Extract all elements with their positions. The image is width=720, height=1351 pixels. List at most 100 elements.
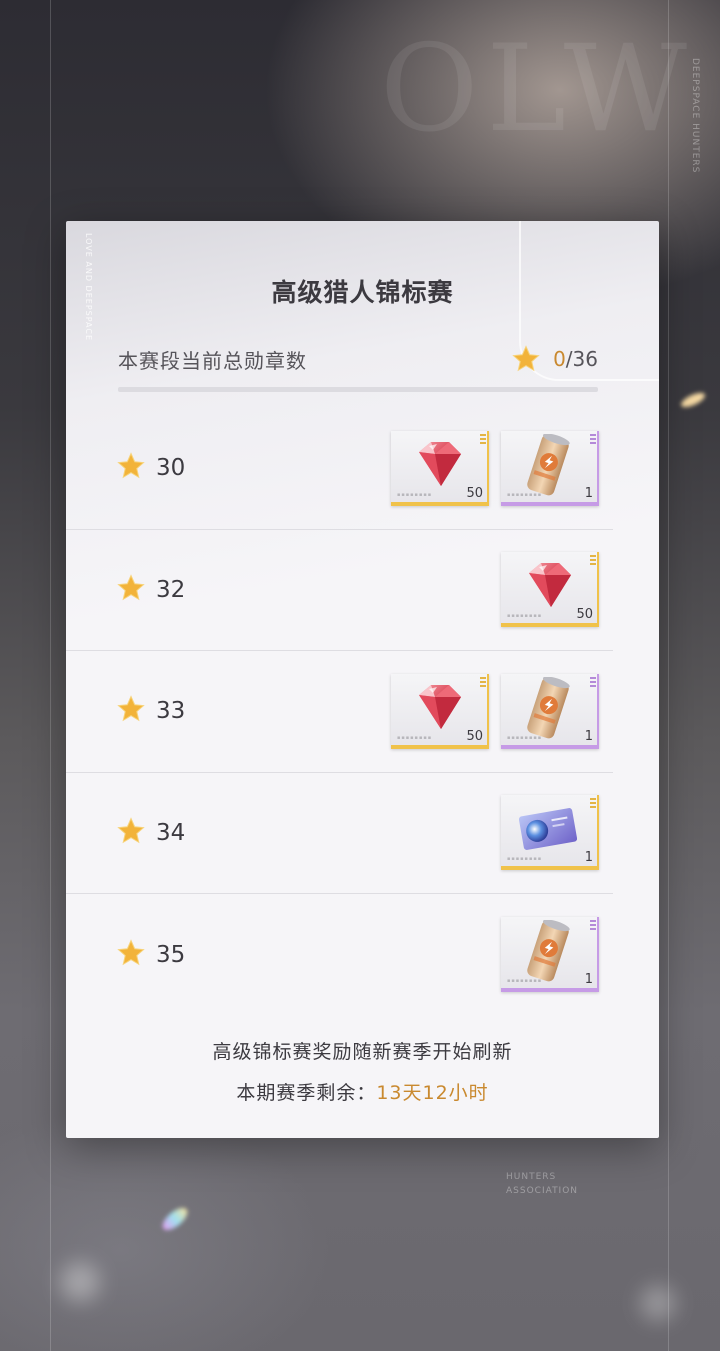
reward-quantity: 1 bbox=[584, 972, 593, 988]
medal-separator: / bbox=[565, 347, 573, 371]
reward-quantity: 1 bbox=[584, 850, 593, 866]
tier-rewards: ▪▪▪▪▪▪▪▪ 50 ▪▪▪▪▪▪▪▪ 1 bbox=[391, 430, 599, 506]
card-watermark: ▪▪▪▪▪▪▪▪ bbox=[507, 856, 543, 863]
rarity-pip bbox=[590, 920, 596, 931]
tier-medal-count: 35 bbox=[156, 941, 186, 968]
refresh-note: 高级锦标赛奖励随新赛季开始刷新 bbox=[212, 1041, 513, 1063]
star-icon bbox=[116, 816, 146, 850]
background-watermark: OLW bbox=[380, 20, 695, 159]
card-watermark: ▪▪▪▪▪▪▪▪ bbox=[507, 978, 543, 985]
reward-item[interactable]: ▪▪▪▪▪▪▪▪ 1 bbox=[501, 795, 599, 871]
card-watermark: ▪▪▪▪▪▪▪▪ bbox=[507, 613, 543, 620]
sparkle-decoration bbox=[679, 389, 707, 411]
medal-progress-bar bbox=[118, 387, 598, 392]
tier-rewards: ▪▪▪▪▪▪▪▪ 50 ▪▪▪▪▪▪▪▪ 1 bbox=[391, 673, 599, 749]
season-remaining-label: 本期赛季剩余： bbox=[236, 1082, 377, 1104]
medal-total: 36 bbox=[572, 347, 598, 371]
reward-tier-row: 32 ▪▪▪▪▪▪▪▪ 50 bbox=[66, 530, 613, 651]
tier-requirement: 30 bbox=[116, 451, 185, 485]
rarity-stripe bbox=[501, 866, 599, 871]
ruby-gem-icon bbox=[515, 555, 581, 617]
reward-quantity: 1 bbox=[584, 485, 593, 501]
medal-current: 0 bbox=[553, 347, 566, 371]
rarity-side bbox=[597, 552, 599, 624]
rarity-stripe bbox=[501, 623, 599, 628]
page-title: 高级猎人锦标赛 bbox=[271, 278, 454, 307]
card-watermark: ▪▪▪▪▪▪▪▪ bbox=[507, 491, 543, 498]
rarity-pip bbox=[480, 433, 486, 444]
rarity-stripe bbox=[501, 744, 599, 749]
reward-tier-row: 35 ▪▪▪▪▪▪▪▪ 1 bbox=[66, 894, 613, 1016]
medal-summary: 本赛段当前总勋章数 0/36 bbox=[118, 339, 598, 379]
rarity-side bbox=[597, 430, 599, 502]
background-bottom-text: ASSOCIATION bbox=[506, 1186, 579, 1196]
tier-requirement: 33 bbox=[116, 694, 185, 728]
reward-tier-row: 33 ▪▪▪▪▪▪▪▪ 50 ▪▪▪▪▪▪▪▪ 1 bbox=[66, 651, 613, 773]
star-icon bbox=[116, 938, 146, 972]
reward-item[interactable]: ▪▪▪▪▪▪▪▪ 50 bbox=[501, 552, 599, 628]
rarity-side bbox=[487, 430, 489, 502]
rarity-stripe bbox=[501, 988, 599, 993]
sparkle-decoration bbox=[640, 1285, 676, 1321]
tier-medal-count: 33 bbox=[156, 698, 186, 725]
reward-quantity: 50 bbox=[466, 485, 483, 501]
card-watermark: ▪▪▪▪▪▪▪▪ bbox=[397, 491, 433, 498]
tier-rewards: ▪▪▪▪▪▪▪▪ 1 bbox=[501, 917, 599, 993]
summary-count-group: 0/36 bbox=[511, 344, 598, 374]
reward-quantity: 50 bbox=[466, 728, 483, 744]
reward-tier-list: 30 ▪▪▪▪▪▪▪▪ 50 ▪▪▪▪▪▪▪▪ 1 32 ▪▪▪▪▪▪▪▪ 50 33 ▪▪▪▪▪… bbox=[66, 408, 613, 1016]
card-watermark: ▪▪▪▪▪▪▪▪ bbox=[507, 734, 543, 741]
tier-requirement: 34 bbox=[116, 816, 185, 850]
tier-medal-count: 30 bbox=[156, 455, 186, 482]
summary-label: 本赛段当前总勋章数 bbox=[118, 348, 307, 373]
tier-medal-count: 32 bbox=[156, 576, 186, 603]
energy-drink-icon bbox=[515, 676, 581, 739]
background-side-text: DEEPSPACE HUNTERS bbox=[690, 58, 700, 174]
card-watermark: ▪▪▪▪▪▪▪▪ bbox=[397, 734, 433, 741]
medal-count: 0/36 bbox=[553, 347, 598, 371]
energy-drink-icon bbox=[515, 433, 581, 496]
tier-medal-count: 34 bbox=[156, 819, 186, 846]
tier-rewards: ▪▪▪▪▪▪▪▪ 1 bbox=[501, 795, 599, 871]
rarity-pip bbox=[480, 676, 486, 687]
rarity-stripe bbox=[391, 744, 489, 749]
energy-drink-icon bbox=[515, 919, 581, 982]
rarity-side bbox=[597, 673, 599, 745]
tournament-panel: LOVE AND DEEPSPACE 高级猎人锦标赛 本赛段当前总勋章数 0/3… bbox=[66, 221, 659, 1138]
rarity-pip bbox=[590, 555, 596, 566]
tier-requirement: 35 bbox=[116, 938, 185, 972]
rarity-stripe bbox=[501, 501, 599, 506]
background-bottom-text: HUNTERS bbox=[506, 1172, 557, 1182]
star-icon bbox=[116, 694, 146, 728]
sparkle-decoration bbox=[159, 1203, 191, 1235]
rarity-stripe bbox=[391, 501, 489, 506]
star-icon bbox=[116, 573, 146, 607]
reward-tier-row: 34 ▪▪▪▪▪▪▪▪ 1 bbox=[66, 773, 613, 894]
planet-ticket-icon bbox=[515, 798, 581, 860]
reward-quantity: 1 bbox=[584, 728, 593, 744]
tier-requirement: 32 bbox=[116, 573, 185, 607]
star-icon bbox=[116, 451, 146, 485]
star-icon bbox=[512, 345, 540, 372]
reward-item[interactable]: ▪▪▪▪▪▪▪▪ 50 bbox=[391, 430, 489, 506]
rarity-side bbox=[597, 917, 599, 989]
rarity-side bbox=[597, 795, 599, 867]
rarity-pip bbox=[590, 798, 596, 809]
season-remaining-time: 13天12小时 bbox=[376, 1082, 489, 1104]
reward-item[interactable]: ▪▪▪▪▪▪▪▪ 1 bbox=[501, 430, 599, 506]
tier-rewards: ▪▪▪▪▪▪▪▪ 50 bbox=[501, 552, 599, 628]
reward-item[interactable]: ▪▪▪▪▪▪▪▪ 1 bbox=[501, 673, 599, 749]
ruby-gem-icon bbox=[405, 677, 471, 739]
reward-quantity: 50 bbox=[576, 607, 593, 623]
reward-tier-row: 30 ▪▪▪▪▪▪▪▪ 50 ▪▪▪▪▪▪▪▪ 1 bbox=[66, 408, 613, 530]
rarity-side bbox=[487, 673, 489, 745]
reward-item[interactable]: ▪▪▪▪▪▪▪▪ 1 bbox=[501, 917, 599, 993]
footer-note: 高级锦标赛奖励随新赛季开始刷新 本期赛季剩余：13天12小时 bbox=[66, 1037, 659, 1105]
background-divider bbox=[668, 0, 669, 1351]
season-remaining: 本期赛季剩余：13天12小时 bbox=[66, 1078, 659, 1105]
rarity-pip bbox=[590, 676, 596, 687]
ruby-gem-icon bbox=[405, 434, 471, 496]
rarity-pip bbox=[590, 433, 596, 444]
reward-item[interactable]: ▪▪▪▪▪▪▪▪ 50 bbox=[391, 673, 489, 749]
sparkle-decoration bbox=[60, 1262, 100, 1302]
